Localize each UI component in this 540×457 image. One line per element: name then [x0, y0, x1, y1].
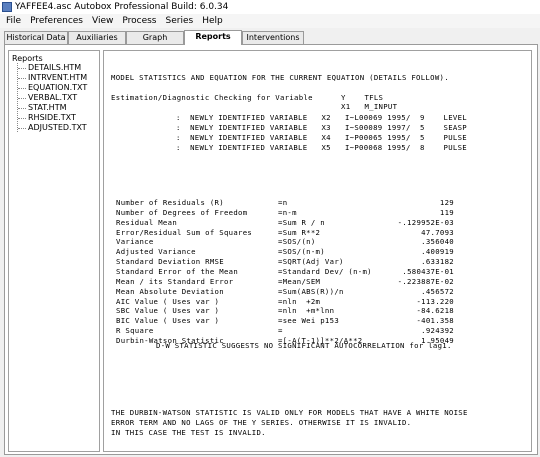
- footer-line: THE DURBIN-WATSON STATISTIC IS VALID ONL…: [111, 408, 468, 417]
- menu-file[interactable]: File: [2, 16, 25, 26]
- stat-value: 129: [439, 198, 454, 207]
- dw-note: D-W STATISTIC SUGGESTS NO SIGNIFICANT AU…: [156, 341, 452, 350]
- variable-line: : NEWLY IDENTIFIED VARIABLE X5 I~P00068 …: [176, 143, 467, 152]
- menu-view[interactable]: View: [88, 16, 117, 26]
- stat-name: Mean / its Standard Error: [116, 276, 234, 286]
- footer-line: ERROR TERM AND NO LAGS OF THE Y SERIES. …: [111, 418, 412, 427]
- tree-item-label: EQUATION.TXT: [28, 83, 88, 92]
- stat-value: .580437E-01: [402, 266, 454, 276]
- menu-process[interactable]: Process: [118, 16, 160, 26]
- variable-line: : NEWLY IDENTIFIED VARIABLE X3 I~S00089 …: [176, 123, 467, 132]
- stat-value: .400919: [421, 247, 454, 257]
- app-icon: [2, 2, 12, 12]
- stat-formula: =nln +m*lnn: [278, 306, 335, 316]
- variable-line: : NEWLY IDENTIFIED VARIABLE X4 I~P00065 …: [176, 133, 467, 142]
- stat-formula: =Sum R / n: [278, 217, 325, 227]
- tree-root-reports[interactable]: Reports: [12, 54, 43, 63]
- tree-item-label: VERBAL.TXT: [28, 93, 78, 102]
- stat-value: -.223887E-02: [397, 276, 454, 286]
- stat-value: -113.220: [416, 296, 454, 306]
- tree-item-equation[interactable]: EQUATION.TXT: [18, 83, 87, 93]
- stat-value: -.129952E-03: [397, 217, 454, 227]
- tree-item-label: STAT.HTM: [28, 103, 67, 112]
- tree-item-rhside[interactable]: RHSIDE.TXT: [18, 113, 76, 123]
- stat-name: Adjusted Variance: [116, 247, 196, 257]
- report-heading: MODEL STATISTICS AND EQUATION FOR THE CU…: [111, 73, 449, 82]
- report-tree: Reports DETAILS.HTM INTRVENT.HTM EQUATIO…: [8, 50, 100, 452]
- stat-value: .356040: [421, 237, 454, 247]
- stat-name: Variance: [116, 237, 154, 247]
- tab-graph[interactable]: Graph: [126, 31, 184, 44]
- tree-item-details[interactable]: DETAILS.HTM: [18, 63, 81, 73]
- stat-formula: =Sum R**2: [278, 227, 321, 237]
- menu-help[interactable]: Help: [198, 16, 227, 26]
- stat-formula: =Mean/SEM: [278, 276, 321, 286]
- menu-preferences[interactable]: Preferences: [26, 16, 87, 26]
- stat-formula: =SOS/(n-m): [278, 247, 325, 257]
- stat-formula: =n-m: [278, 207, 297, 217]
- window-title: YAFFEE4.asc Autobox Professional Build: …: [15, 2, 229, 12]
- tab-interventions[interactable]: Interventions: [242, 31, 304, 44]
- tree-item-stat[interactable]: STAT.HTM: [18, 103, 66, 113]
- stat-value: -84.6218: [416, 306, 454, 316]
- tree-item-verbal[interactable]: VERBAL.TXT: [18, 93, 77, 103]
- stat-name: AIC Value ( Uses var ): [116, 296, 220, 306]
- tab-historical-data[interactable]: Historical Data: [4, 31, 68, 44]
- tree-item-adjusted[interactable]: ADJUSTED.TXT: [18, 123, 87, 133]
- stat-value: .456572: [421, 286, 454, 296]
- estimation-variable: Y TFLS: [341, 93, 384, 102]
- tree-item-label: ADJUSTED.TXT: [28, 123, 87, 132]
- stat-name: R Square: [116, 326, 154, 335]
- stat-formula: =Standard Dev/ (n-m): [278, 266, 372, 276]
- title-bar: YAFFEE4.asc Autobox Professional Build: …: [0, 0, 540, 14]
- x1-variable: X1 M_INPUT: [341, 102, 398, 111]
- stat-formula: =nln +2m: [278, 296, 321, 306]
- stat-value: .924392: [421, 326, 454, 335]
- tree-item-label: DETAILS.HTM: [28, 63, 82, 72]
- stat-name: BIC Value ( Uses var ): [116, 316, 220, 326]
- report-viewer[interactable]: MODEL STATISTICS AND EQUATION FOR THE CU…: [103, 50, 532, 452]
- estimation-label: Estimation/Diagnostic Checking for Varia…: [111, 93, 313, 102]
- variable-line: : NEWLY IDENTIFIED VARIABLE X2 I~L00069 …: [176, 113, 467, 122]
- stat-formula: =SOS/(n): [278, 237, 316, 247]
- stat-value: -401.358: [416, 316, 454, 326]
- tree-item-label: RHSIDE.TXT: [28, 113, 76, 122]
- stat-value: 47.7093: [421, 227, 454, 237]
- menu-series[interactable]: Series: [162, 16, 198, 26]
- footer-line: IN THIS CASE THE TEST IS INVALID.: [111, 428, 266, 437]
- tab-reports[interactable]: Reports: [184, 30, 242, 45]
- stat-value: 119: [439, 207, 454, 217]
- stat-name: Mean Absolute Deviation: [116, 286, 224, 296]
- stat-formula: =see Wei p153: [278, 316, 340, 326]
- stat-name: Number of Degrees of Freedom: [116, 207, 248, 217]
- tree-item-label: INTRVENT.HTM: [28, 73, 88, 82]
- tree-item-intrvent[interactable]: INTRVENT.HTM: [18, 73, 87, 83]
- stat-name: SBC Value ( Uses var ): [116, 306, 220, 316]
- stat-name: Number of Residuals (R): [116, 198, 224, 207]
- stat-name: Standard Error of the Mean: [116, 266, 239, 276]
- stat-value: .633182: [421, 257, 454, 267]
- stat-name: Error/Residual Sum of Squares: [116, 227, 253, 237]
- menu-bar: File Preferences View Process Series Hel…: [0, 14, 540, 28]
- stat-name: Residual Mean: [116, 217, 178, 227]
- stat-formula: =Sum(ABS(R))/n: [278, 286, 344, 296]
- stat-formula: =n: [278, 198, 288, 207]
- tab-strip: Historical Data Auxiliaries Graph Report…: [0, 30, 540, 45]
- stat-formula: =: [278, 326, 283, 335]
- stat-name: Standard Deviation RMSE: [116, 257, 224, 267]
- stat-formula: =SQRT(Adj Var): [278, 257, 344, 267]
- tab-auxiliaries[interactable]: Auxiliaries: [68, 31, 126, 44]
